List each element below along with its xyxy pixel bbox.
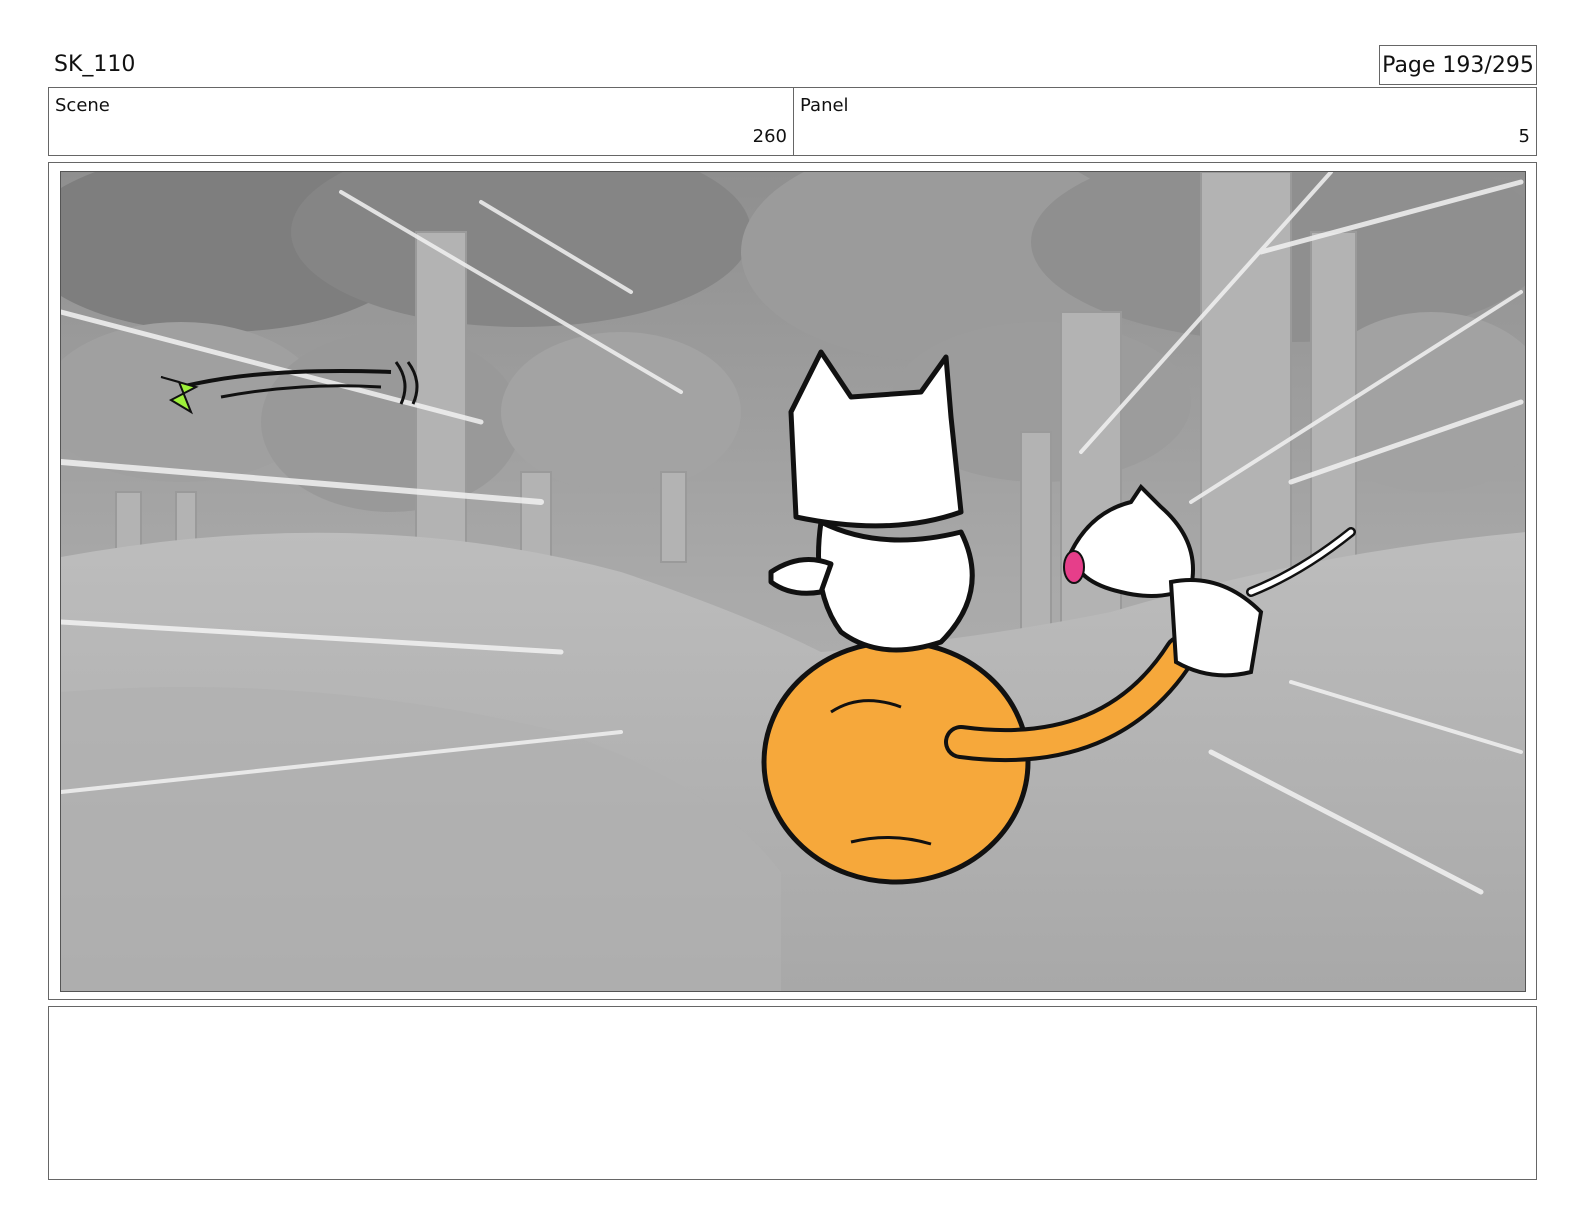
scene-label: Scene xyxy=(55,95,110,116)
storyboard-image xyxy=(60,171,1526,992)
scene-number: 260 xyxy=(752,126,787,147)
panel-cell: Panel 5 xyxy=(794,88,1536,155)
scene-panel-row: Scene 260 Panel 5 xyxy=(48,87,1537,156)
notes-box xyxy=(48,1006,1537,1180)
panel-label: Panel xyxy=(800,95,849,116)
storyboard-id: SK_110 xyxy=(54,52,136,77)
scene-cell: Scene 260 xyxy=(49,88,794,155)
panel-number: 5 xyxy=(1518,126,1530,147)
panel-frame xyxy=(48,162,1537,1000)
page-counter: Page 193/295 xyxy=(1379,45,1537,85)
